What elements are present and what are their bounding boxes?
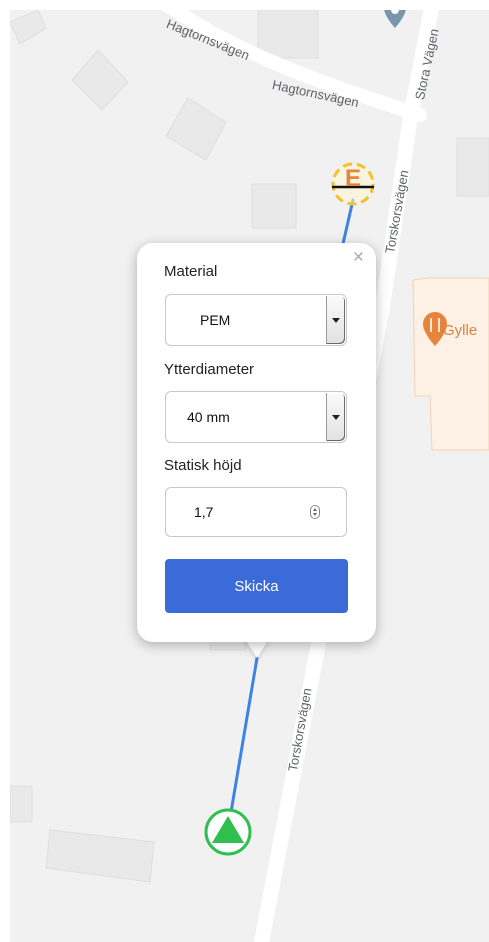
height-value: 1,7: [194, 504, 214, 520]
pipe-line: [226, 656, 259, 832]
start-triangle-icon: [204, 808, 252, 856]
building: [10, 785, 33, 823]
material-value: PEM: [200, 312, 231, 328]
poi-label[interactable]: Gylle: [443, 322, 477, 339]
stepper-icon[interactable]: [310, 505, 320, 519]
diameter-select[interactable]: 40 mm: [165, 391, 347, 443]
chevron-down-icon[interactable]: [326, 296, 345, 344]
height-input[interactable]: 1,7: [165, 487, 347, 537]
building: [257, 10, 319, 59]
building: [251, 183, 297, 229]
diameter-value: 40 mm: [187, 409, 230, 425]
height-label: Statisk höjd: [164, 457, 242, 474]
submit-button[interactable]: Skicka: [165, 559, 348, 613]
pipe-settings-popup: × Material PEM Ytterdiameter 40 mm Stati…: [137, 243, 376, 642]
building: [456, 137, 489, 197]
close-button[interactable]: ×: [353, 248, 364, 268]
map-pin-icon: [384, 10, 406, 28]
diameter-label: Ytterdiameter: [164, 361, 255, 378]
building: [45, 829, 155, 883]
chevron-down-icon[interactable]: [326, 393, 345, 441]
building: [10, 10, 47, 45]
material-select[interactable]: PEM: [165, 294, 347, 346]
end-marker-letter: E: [344, 165, 361, 192]
building: [165, 97, 227, 161]
building: [71, 49, 129, 111]
poi-area: [412, 277, 489, 451]
material-label: Material: [164, 263, 218, 280]
